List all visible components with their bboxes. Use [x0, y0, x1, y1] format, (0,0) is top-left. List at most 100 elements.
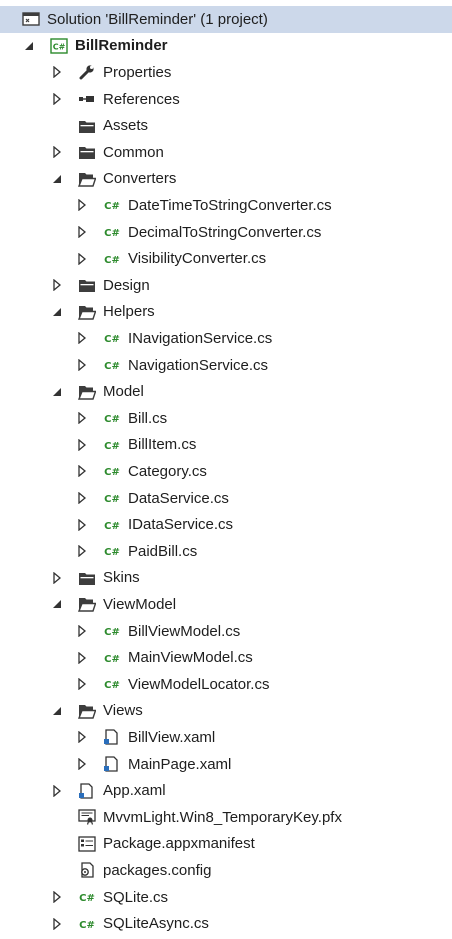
tree-item[interactable]: Properties [0, 59, 452, 86]
tree-item[interactable]: C# Bill.cs [0, 405, 452, 432]
tree-item[interactable]: packages.config [0, 857, 452, 884]
collapsed-arrow-icon[interactable] [75, 677, 89, 691]
tree-item[interactable]: MvvmLight.Win8_TemporaryKey.pfx [0, 804, 452, 831]
collapsed-arrow-icon[interactable] [75, 438, 89, 452]
tree-item[interactable]: C# ViewModelLocator.cs [0, 671, 452, 698]
collapsed-arrow-icon[interactable] [50, 145, 64, 159]
collapsed-arrow-icon[interactable] [75, 358, 89, 372]
solution-icon [22, 11, 40, 27]
collapsed-arrow-icon[interactable] [50, 92, 64, 106]
tree-item[interactable]: Skins [0, 565, 452, 592]
csharp-file-icon: C# [103, 676, 121, 692]
collapsed-arrow-icon[interactable] [75, 651, 89, 665]
tree-item[interactable]: C# BillItem.cs [0, 432, 452, 459]
tree-item[interactable]: Converters [0, 166, 452, 193]
tree-item[interactable]: C# NavigationService.cs [0, 352, 452, 379]
collapsed-arrow-icon[interactable] [75, 225, 89, 239]
tree-item-label: Bill.cs [128, 409, 168, 427]
collapsed-arrow-icon[interactable] [75, 464, 89, 478]
tree-item[interactable]: Common [0, 139, 452, 166]
collapsed-arrow-icon[interactable] [50, 890, 64, 904]
expanded-arrow-icon[interactable] [50, 172, 64, 186]
tree-item[interactable]: C# VisibilityConverter.cs [0, 245, 452, 272]
tree-item[interactable]: ViewModel [0, 591, 452, 618]
svg-text:C#: C# [104, 228, 120, 239]
xaml-file-icon [78, 783, 96, 799]
manifest-icon [78, 836, 96, 852]
collapsed-arrow-icon[interactable] [75, 624, 89, 638]
tree-item[interactable]: Assets [0, 112, 452, 139]
tree-item[interactable]: Package.appxmanifest [0, 831, 452, 858]
tree-item[interactable]: C# SQLiteAsync.cs [0, 910, 452, 937]
tree-item-label: NavigationService.cs [128, 356, 269, 374]
tree-item-label: DecimalToStringConverter.cs [128, 223, 322, 241]
tree-item[interactable]: C# INavigationService.cs [0, 325, 452, 352]
tree-item[interactable]: Helpers [0, 299, 452, 326]
tree-item-label: MainPage.xaml [128, 755, 232, 773]
tree-item-label: Converters [103, 170, 177, 188]
tree-item[interactable]: Views [0, 698, 452, 725]
svg-text:C#: C# [104, 201, 120, 212]
tree-item[interactable]: References [0, 86, 452, 113]
svg-text:C#: C# [104, 334, 120, 345]
expanded-arrow-icon[interactable] [50, 704, 64, 718]
svg-text:C#: C# [104, 414, 120, 425]
collapsed-arrow-icon[interactable] [75, 730, 89, 744]
tree-item[interactable]: C# PaidBill.cs [0, 538, 452, 565]
references-icon [78, 91, 96, 107]
tree-item-label: App.xaml [103, 782, 166, 800]
tree-item[interactable]: C# MainViewModel.cs [0, 644, 452, 671]
expanded-arrow-icon[interactable] [50, 385, 64, 399]
csharp-file-icon: C# [103, 330, 121, 346]
csharp-file-icon: C# [103, 437, 121, 453]
tree-item[interactable]: C# DateTimeToStringConverter.cs [0, 192, 452, 219]
tree-item[interactable]: App.xaml [0, 777, 452, 804]
tree-item[interactable]: C# Category.cs [0, 458, 452, 485]
tree-item-label: DataService.cs [128, 489, 229, 507]
config-icon [78, 862, 96, 879]
collapsed-arrow-icon[interactable] [75, 491, 89, 505]
collapsed-arrow-icon[interactable] [75, 331, 89, 345]
folder-icon [78, 277, 96, 293]
tree-item[interactable]: Model [0, 378, 452, 405]
csharp-file-icon: C# [103, 224, 121, 240]
expanded-arrow-icon[interactable] [22, 39, 36, 53]
collapsed-arrow-icon[interactable] [75, 544, 89, 558]
tree-item-label: MvvmLight.Win8_TemporaryKey.pfx [103, 808, 342, 826]
tree-item[interactable]: C# SQLite.cs [0, 884, 452, 911]
tree-item[interactable]: MainPage.xaml [0, 751, 452, 778]
collapsed-arrow-icon[interactable] [75, 411, 89, 425]
collapsed-arrow-icon[interactable] [75, 198, 89, 212]
expanded-arrow-icon[interactable] [50, 305, 64, 319]
collapsed-arrow-icon[interactable] [50, 278, 64, 292]
expanded-arrow-icon[interactable] [50, 597, 64, 611]
tree-item-label: BillReminder [75, 37, 168, 55]
tree-item-label: Category.cs [128, 462, 207, 480]
tree-item[interactable]: Solution 'BillReminder' (1 project) [0, 6, 452, 33]
tree-item[interactable]: C# DataService.cs [0, 485, 452, 512]
collapsed-arrow-icon[interactable] [75, 252, 89, 266]
svg-text:C#: C# [104, 521, 120, 532]
folder-icon [78, 144, 96, 160]
tree-item[interactable]: C# BillViewModel.cs [0, 618, 452, 645]
tree-item[interactable]: C# BillReminder [0, 33, 452, 60]
tree-item-label: DateTimeToStringConverter.cs [128, 196, 332, 214]
tree-item[interactable]: Design [0, 272, 452, 299]
tree-item[interactable]: C# IDataService.cs [0, 511, 452, 538]
collapsed-arrow-icon[interactable] [50, 65, 64, 79]
tree-item-label: Assets [103, 117, 149, 135]
collapsed-arrow-icon[interactable] [75, 757, 89, 771]
csharp-file-icon: C# [103, 197, 121, 213]
tree-item[interactable]: BillView.xaml [0, 724, 452, 751]
csharp-file-icon: C# [78, 916, 96, 932]
collapsed-arrow-icon[interactable] [50, 571, 64, 585]
tree-item-label: Skins [103, 569, 140, 587]
csharp-file-icon: C# [103, 623, 121, 639]
svg-text:C#: C# [104, 255, 120, 266]
collapsed-arrow-icon[interactable] [50, 917, 64, 931]
tree-item-label: ViewModel [103, 595, 177, 613]
collapsed-arrow-icon[interactable] [50, 784, 64, 798]
csharp-file-icon: C# [103, 410, 121, 426]
tree-item[interactable]: C# DecimalToStringConverter.cs [0, 219, 452, 246]
collapsed-arrow-icon[interactable] [75, 518, 89, 532]
